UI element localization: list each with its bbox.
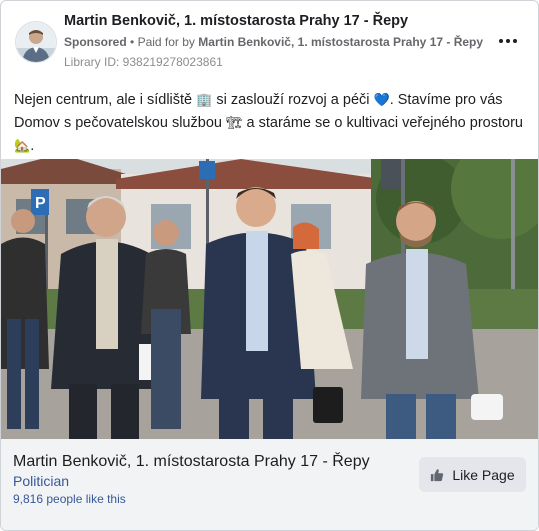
more-horizontal-icon [506, 39, 510, 43]
street-group-photo: P [1, 159, 538, 439]
more-horizontal-icon [499, 39, 503, 43]
like-page-label: Like Page [452, 466, 515, 483]
page-name-link[interactable]: Martin Benkovič, 1. místostarosta Prahy … [64, 13, 408, 29]
post-header: Martin Benkovič, 1. místostarosta Prahy … [1, 1, 538, 73]
paid-for-name: Martin Benkovič, 1. místostarosta Prahy … [198, 35, 484, 49]
thumbs-up-icon [431, 468, 444, 481]
library-id: Library ID: 938219278023861 [64, 55, 223, 69]
meta-separator: • [130, 35, 135, 49]
sponsored-label[interactable]: Sponsored [64, 35, 127, 49]
post-message: Nejen centrum, ale i sídliště 🏢 si zaslo… [14, 89, 524, 158]
post-text-part: Nejen centrum, ale i sídliště [14, 92, 197, 108]
avatar-portrait-icon [16, 22, 56, 62]
page-category[interactable]: Politician [13, 473, 69, 489]
paid-for-prefix: Paid for by [137, 35, 195, 49]
building-emoji-icon: 🏢 [196, 93, 213, 108]
page-avatar[interactable] [15, 21, 57, 63]
page-footer: Martin Benkovič, 1. místostarosta Prahy … [1, 439, 538, 530]
post-photo[interactable]: P [1, 159, 538, 439]
page-likes-count[interactable]: 9,816 people like this [13, 492, 126, 506]
post-text-part: . [30, 138, 35, 154]
crane-emoji-icon: 🏗 [225, 116, 243, 131]
more-options-button[interactable] [496, 31, 520, 51]
like-page-button[interactable]: Like Page [419, 457, 526, 492]
post-text-part: si zaslouží rozvoj a péči [212, 92, 374, 108]
footer-page-name[interactable]: Martin Benkovič, 1. místostarosta Prahy … [13, 453, 370, 471]
more-horizontal-icon [513, 39, 517, 43]
svg-text:P: P [35, 195, 46, 212]
sponsored-post-card: Martin Benkovič, 1. místostarosta Prahy … [0, 0, 539, 531]
house-garden-emoji-icon: 🏡 [14, 139, 31, 154]
post-text-part: a staráme se o kultivaci veřejného prost… [242, 115, 523, 131]
sponsored-meta-line: Sponsored • Paid for by Martin Benkovič,… [64, 35, 483, 49]
blue-heart-emoji-icon: 💙 [373, 93, 390, 108]
